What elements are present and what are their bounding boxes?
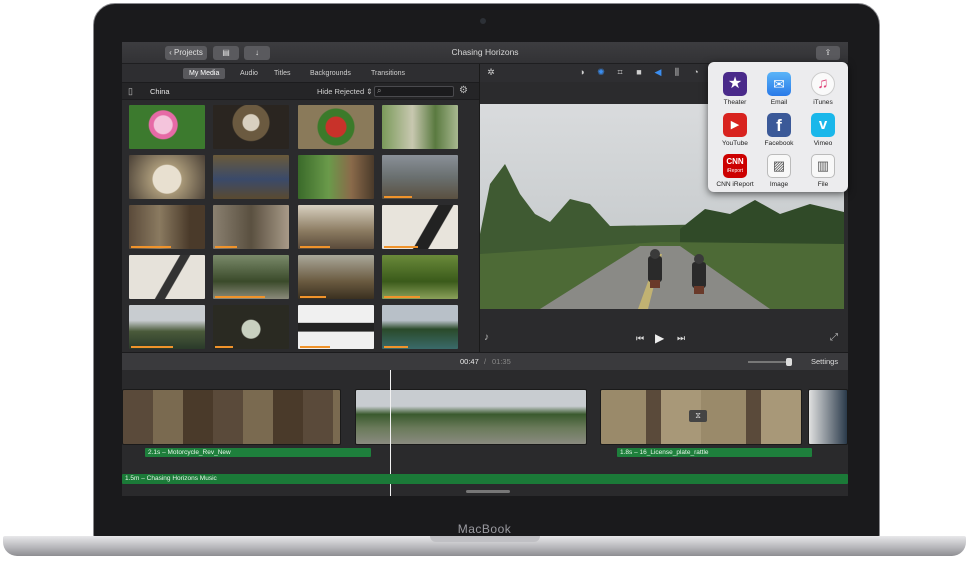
updown-chevron-icon: ⇕ [366,87,373,96]
video-clip[interactable] [808,389,848,445]
youtube-play-icon: ▶ [723,113,747,137]
noise-reduction-icon[interactable]: ⫼ [672,67,682,77]
share-itunes[interactable]: ♫ iTunes [800,66,846,108]
media-tabs: My Media Audio Titles Backgrounds Transi… [122,64,479,82]
settings-button[interactable]: Settings [811,357,838,366]
search-icon: ⌕ [377,86,382,95]
share-popover: ★ Theater ✉ Email ♫ iTunes ▶ YouTube f F… [708,62,848,192]
filter-label: Hide Rejected [317,87,365,96]
microphone-icon[interactable]: ♪ [484,332,489,343]
audio-clip-label-1[interactable]: 2.1s – Motorcycle_Rev_New [145,448,371,457]
media-thumbnail[interactable] [298,305,374,349]
color-balance-icon[interactable]: ◑ [577,67,587,77]
tab-backgrounds[interactable]: Backgrounds [304,68,357,79]
time-separator: / [484,357,487,366]
media-thumbnail[interactable] [298,205,374,249]
library-bar: ▯ China Hide Rejected ⇕ ⌕ ⚙ [122,82,479,100]
sidebar-toggle-icon[interactable]: ▯ [128,86,133,97]
gear-icon[interactable]: ⚙ [459,85,468,96]
window-toolbar: ‹ Projects ▤ ↓ Chasing Horizons ⇪ [122,42,848,64]
media-thumbnail[interactable] [129,105,205,149]
share-vimeo[interactable]: v Vimeo [800,107,846,149]
audio-clip-label-2[interactable]: 1.8s – 16_License_plate_rattle [617,448,812,457]
tab-titles[interactable]: Titles [268,68,296,79]
media-thumbnail[interactable] [129,305,205,349]
skip-forward-icon[interactable]: ⏭ [677,333,685,344]
share-item-label: Vimeo [813,140,833,147]
library-name: China [150,87,170,96]
music-track[interactable]: 1.5m – Chasing Horizons Music [122,474,848,484]
timeline-header: 00:47 / 01:35 Settings [122,352,848,370]
cnn-badge: CNN [726,157,744,166]
magic-wand-icon[interactable]: ✲ [486,67,496,77]
play-icon[interactable]: ▶ [655,331,664,345]
speed-icon[interactable]: ◔ [691,67,701,77]
share-file[interactable]: ▥ File [800,148,846,190]
skip-back-icon[interactable]: ⏮ [636,333,644,344]
current-time: 00:47 [460,357,479,366]
fullscreen-icon[interactable]: ⤢ [830,332,838,343]
media-thumbnail[interactable] [129,255,205,299]
share-button[interactable]: ⇪ [816,46,840,60]
media-grid [122,100,479,352]
crop-icon[interactable]: ⌗ [615,67,625,77]
video-clip[interactable]: ⧖ [600,389,802,445]
facebook-f-icon: f [767,113,791,137]
media-thumbnail[interactable] [213,205,289,249]
media-thumbnail[interactable] [298,255,374,299]
laptop-notch [430,536,540,542]
film-strip-icon: ▥ [811,154,835,178]
total-time: 01:35 [492,357,511,366]
search-input[interactable]: ⌕ [374,86,454,97]
media-thumbnail[interactable] [213,255,289,299]
share-item-label: iTunes [813,99,833,106]
window-title: Chasing Horizons [451,47,519,57]
tab-my-media[interactable]: My Media [183,68,226,79]
media-thumbnail[interactable] [298,155,374,199]
filter-dropdown[interactable]: Hide Rejected ⇕ [317,87,373,96]
media-thumbnail[interactable] [382,155,458,199]
media-thumbnail[interactable] [382,255,458,299]
device-brand: MacBook [457,522,512,536]
media-thumbnail[interactable] [213,155,289,199]
rider-left [648,249,662,288]
timeline-scroll-handle[interactable] [466,490,510,493]
image-icon: ▨ [767,154,791,178]
media-thumbnail[interactable] [213,105,289,149]
media-thumbnail[interactable] [298,105,374,149]
timeline: ⧖ 2.1s – Motorcycle_Rev_New 1.8s – 16_Li… [122,370,848,496]
vimeo-v-icon: v [811,113,835,137]
share-icon: ⇪ [824,48,832,57]
volume-icon[interactable]: ◀ [653,67,663,77]
video-clip[interactable] [122,389,341,445]
media-thumbnail[interactable] [382,105,458,149]
media-thumbnail[interactable] [129,155,205,199]
tab-audio[interactable]: Audio [234,68,264,79]
transition-icon[interactable]: ⧖ [689,410,707,422]
camera [480,18,486,24]
envelope-icon: ✉ [767,72,791,96]
tab-transitions[interactable]: Transitions [365,68,411,79]
music-note-icon: ♫ [811,72,835,96]
share-item-label: File [817,181,829,188]
media-thumbnail[interactable] [382,305,458,349]
ireport-badge: iReport [726,168,744,174]
star-icon: ★ [723,72,747,96]
zoom-slider[interactable] [748,358,792,366]
stabilization-icon[interactable]: ■ [634,67,644,77]
media-thumbnail[interactable] [382,205,458,249]
zoom-slider-knob[interactable] [786,358,792,366]
color-correction-icon[interactable]: ✺ [596,67,606,77]
media-thumbnail[interactable] [213,305,289,349]
cnn-ireport-icon: CNN iReport [723,154,747,178]
media-thumbnail[interactable] [129,205,205,249]
